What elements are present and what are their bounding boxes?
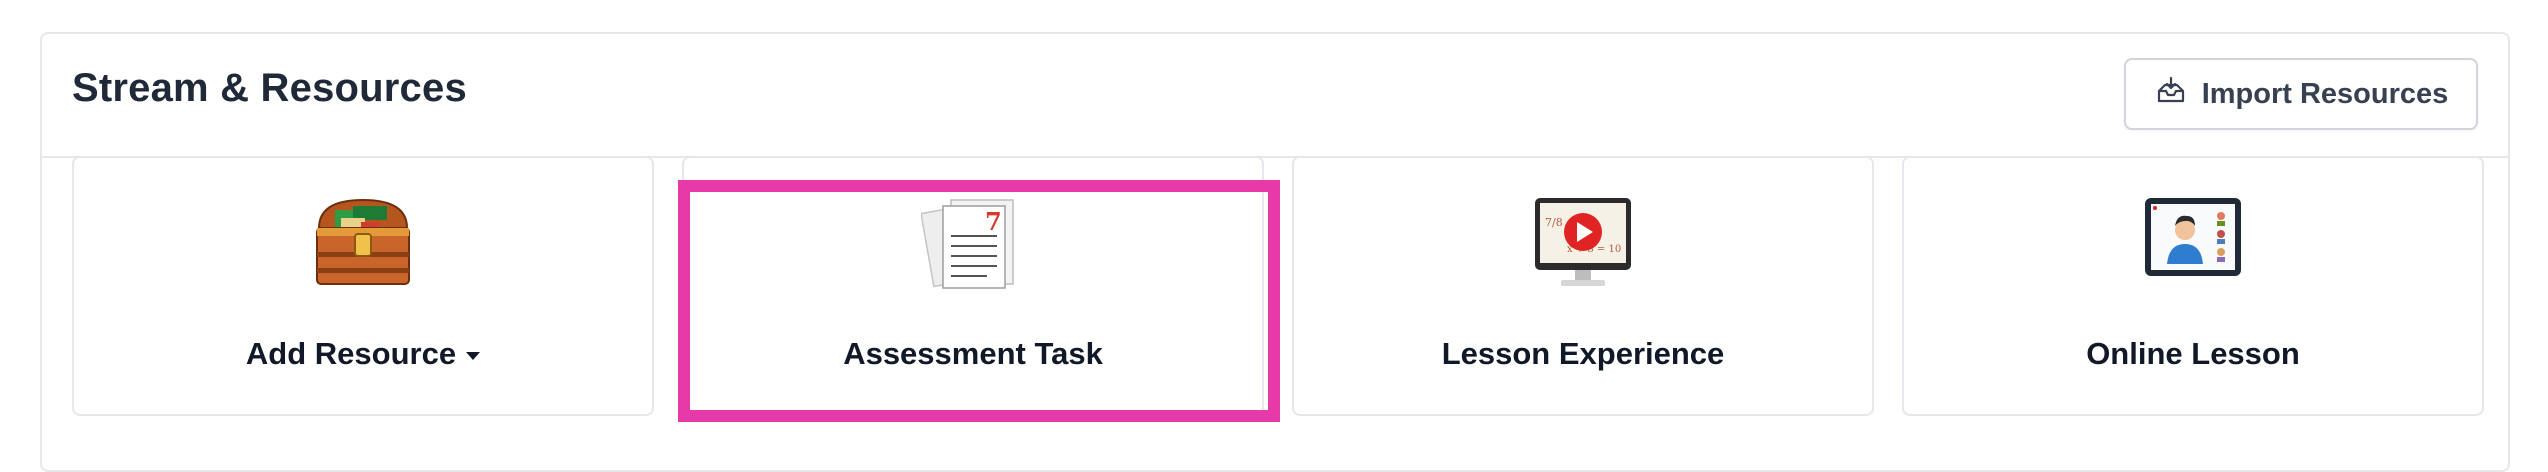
monitor-play-icon: 7/8 − 1/2 x + 3 = 10 <box>1531 194 1635 290</box>
video-call-icon <box>2141 194 2245 290</box>
treasure-chest-icon <box>311 194 415 290</box>
online-lesson-card[interactable]: Online Lesson <box>1902 156 2484 416</box>
svg-text:7: 7 <box>985 207 1002 236</box>
online-lesson-label: Online Lesson <box>2086 336 2300 371</box>
import-tray-icon <box>2154 75 2188 114</box>
assessment-task-label: Assessment Task <box>843 336 1103 371</box>
add-resource-label: Add Resource <box>245 336 457 371</box>
import-resources-label: Import Resources <box>2201 77 2449 110</box>
caret-down-icon[interactable] <box>466 351 481 360</box>
lesson-experience-label: Lesson Experience <box>1441 336 1725 371</box>
add-resource-card[interactable]: Add Resource <box>72 156 654 416</box>
page-title: Stream & Resources <box>72 66 467 110</box>
assessment-task-card[interactable]: 7 Assessment Task <box>682 156 1264 416</box>
panel-header: Stream & Resources Import Resources <box>42 34 2508 158</box>
lesson-experience-card[interactable]: 7/8 − 1/2 x + 3 = 10 Lesson Experience <box>1292 156 1874 416</box>
documents-icon: 7 <box>920 194 1025 290</box>
import-resources-button[interactable]: Import Resources <box>2124 58 2478 130</box>
